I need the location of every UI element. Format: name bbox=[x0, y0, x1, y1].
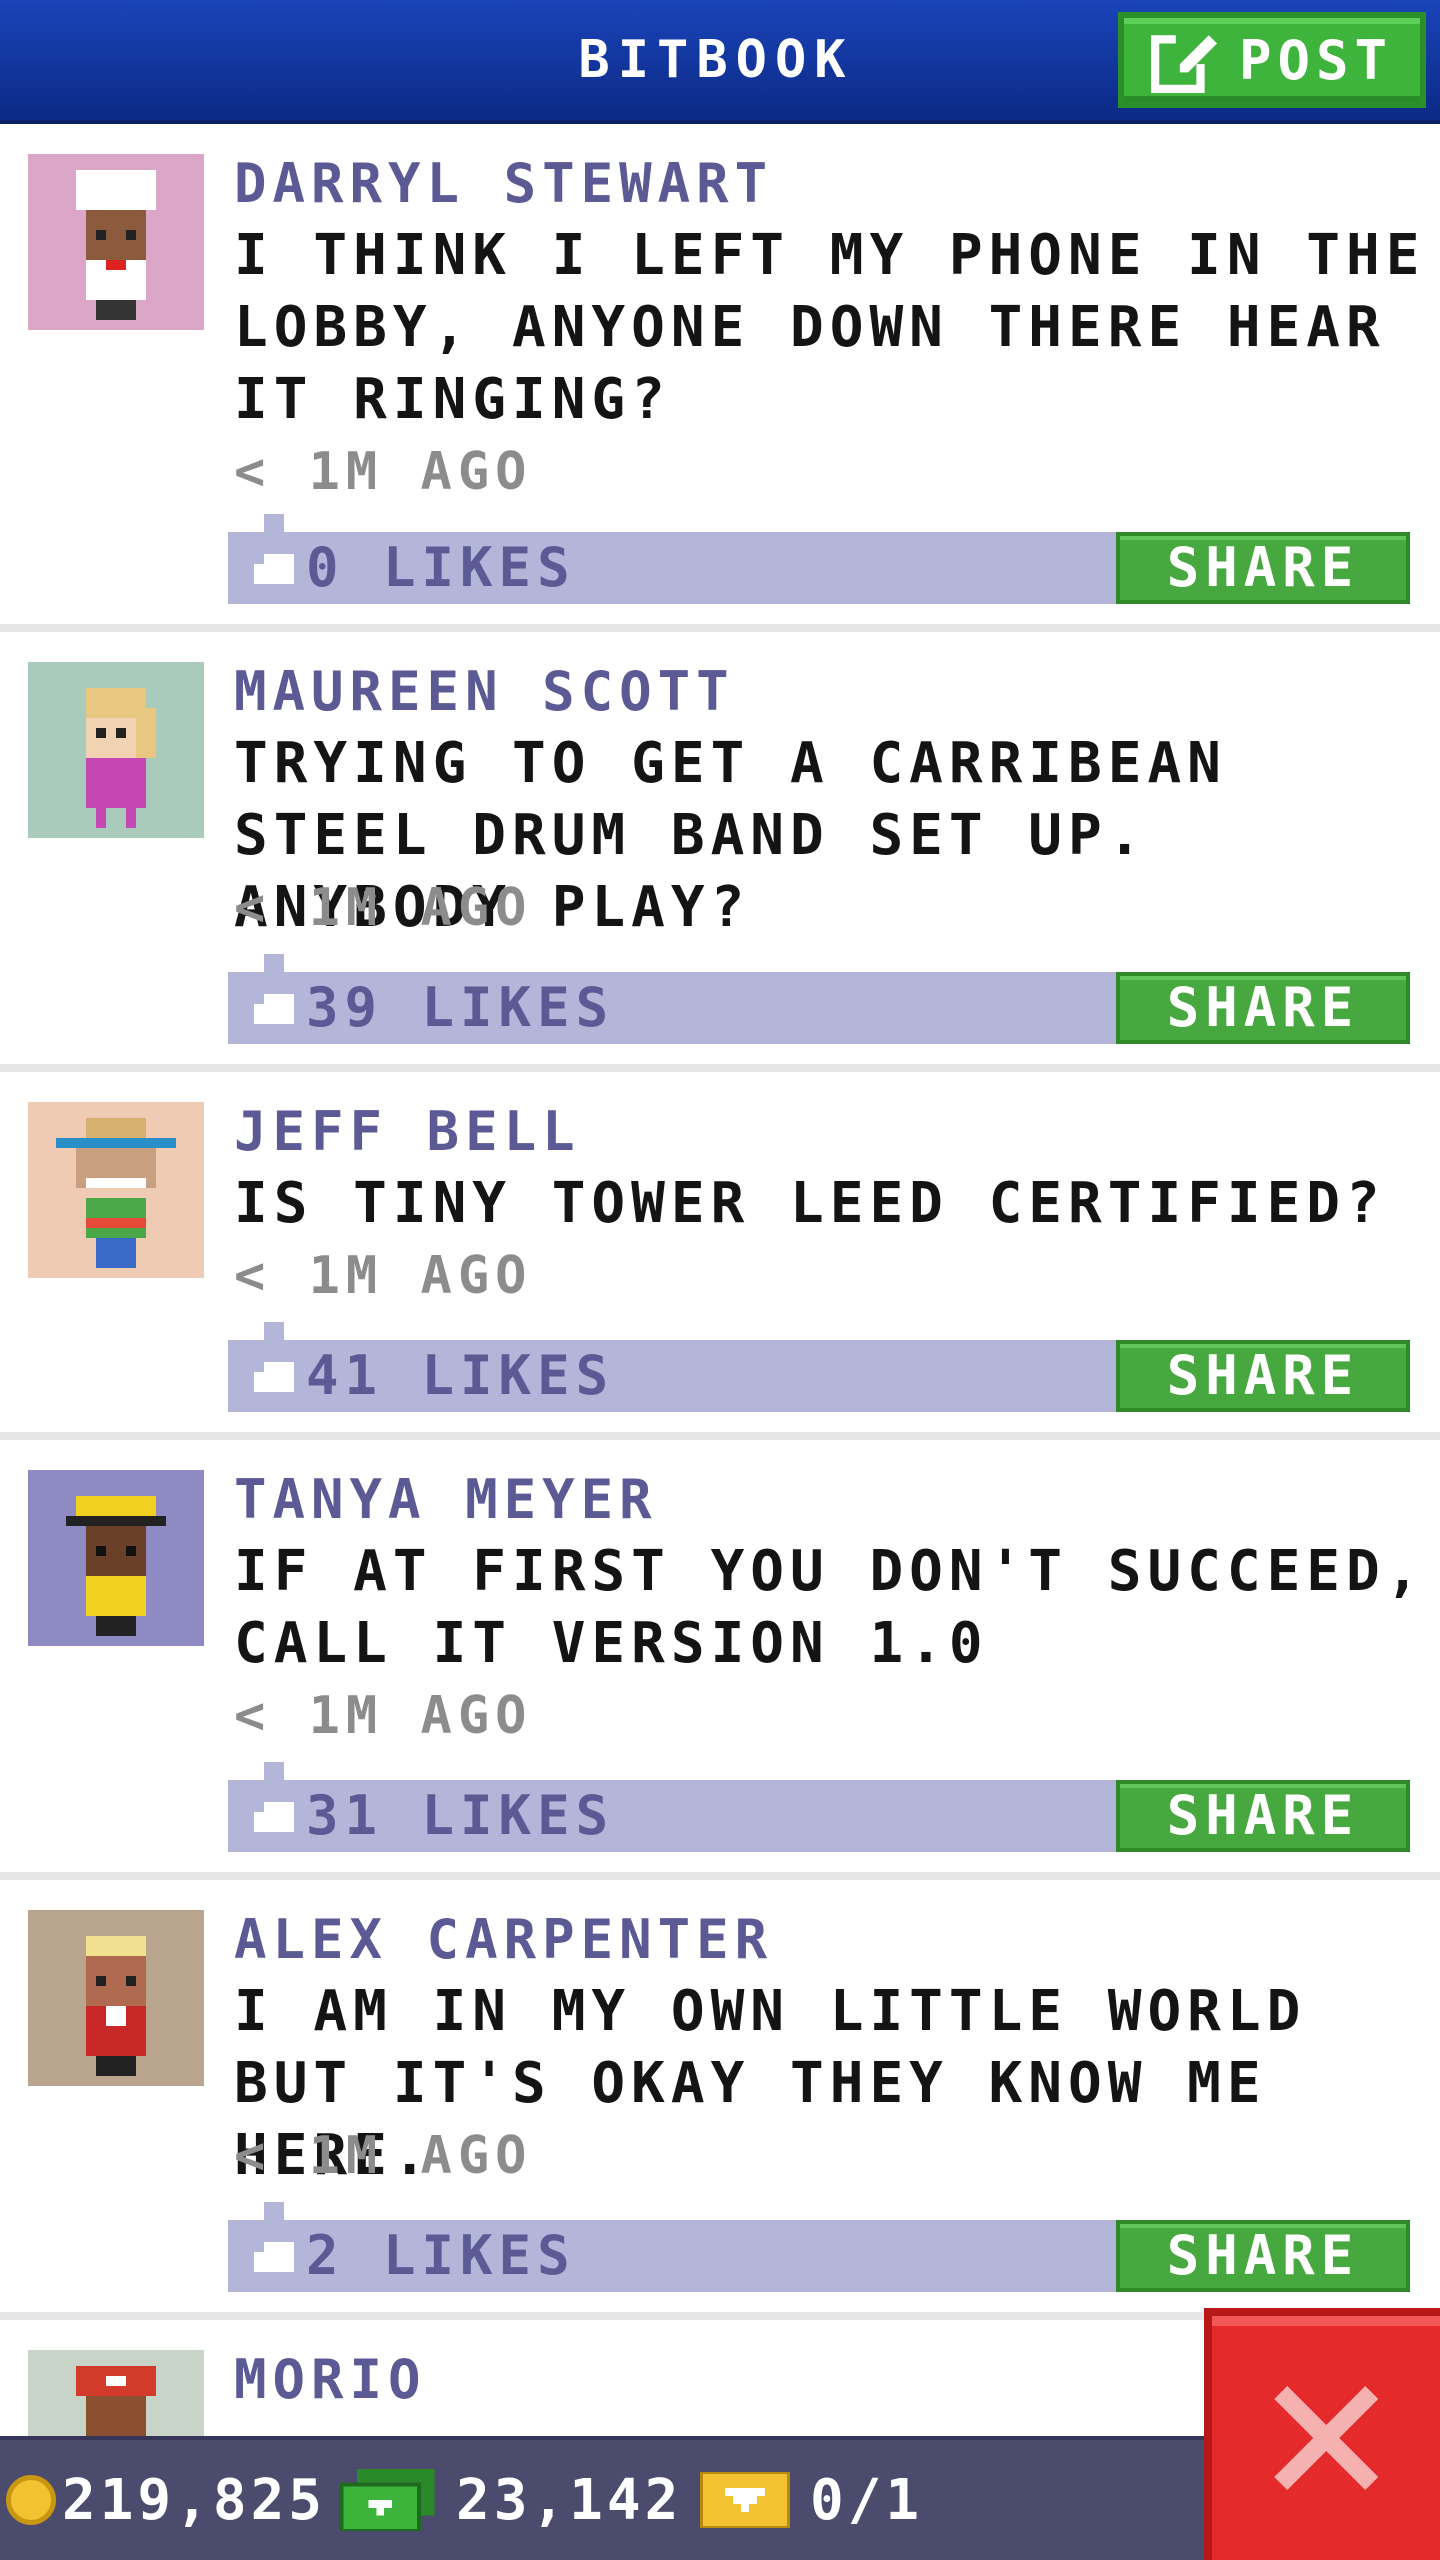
avatar[interactable] bbox=[28, 154, 204, 330]
bux-icon bbox=[340, 2469, 435, 2531]
post-time: < 1M AGO bbox=[234, 1686, 533, 1746]
like-bar: 31 LIKES SHARE bbox=[228, 1762, 1410, 1852]
post-time: < 1M AGO bbox=[234, 2126, 533, 2186]
post-time: < 1M AGO bbox=[234, 878, 533, 938]
thumbs-up-icon[interactable] bbox=[244, 514, 304, 594]
bux-stat: 23,142 bbox=[340, 2440, 682, 2560]
likes-count: 39 LIKES bbox=[306, 976, 615, 1039]
hardhat-avatar-icon bbox=[66, 1496, 166, 1636]
post-message: I THINK I LEFT MY PHONE IN THE LOBBY, AN… bbox=[234, 223, 1426, 432]
post-author: DARRYL STEWART bbox=[234, 152, 774, 215]
like-bar: 41 LIKES SHARE bbox=[228, 1322, 1410, 1412]
woman-avatar-icon bbox=[86, 688, 156, 828]
coins-value: 219,825 bbox=[62, 2467, 327, 2533]
like-bar: 0 LIKES SHARE bbox=[228, 514, 1410, 604]
feed-post: MAUREEN SCOTT TRYING TO GET A CARRIBEAN … bbox=[0, 632, 1440, 1072]
avatar[interactable] bbox=[28, 2350, 204, 2436]
chef-avatar-icon bbox=[76, 170, 156, 320]
share-button[interactable]: SHARE bbox=[1116, 532, 1410, 604]
edit-icon bbox=[1150, 27, 1217, 93]
post-author: JEFF BELL bbox=[234, 1100, 581, 1163]
share-button[interactable]: SHARE bbox=[1116, 1780, 1410, 1852]
post-author: MAUREEN SCOTT bbox=[234, 660, 735, 723]
coins-stat: 219,825 bbox=[6, 2440, 326, 2560]
thumbs-up-icon[interactable] bbox=[244, 1322, 304, 1402]
close-button[interactable] bbox=[1204, 2308, 1440, 2560]
ticket-icon bbox=[700, 2472, 790, 2528]
avatar[interactable] bbox=[28, 1470, 204, 1646]
post-button[interactable]: POST bbox=[1118, 12, 1426, 108]
post-message: IS TINY TOWER LEED CERTIFIED? bbox=[234, 1171, 1386, 1236]
likes-count: 41 LIKES bbox=[306, 1344, 615, 1407]
post-time: < 1M AGO bbox=[234, 1246, 533, 1306]
likes-count: 31 LIKES bbox=[306, 1784, 615, 1847]
avatar[interactable] bbox=[28, 662, 204, 838]
thumbs-up-icon[interactable] bbox=[244, 2202, 304, 2282]
share-button[interactable]: SHARE bbox=[1116, 972, 1410, 1044]
tickets-value: 0/1 bbox=[810, 2467, 924, 2533]
coin-icon bbox=[6, 2475, 56, 2525]
share-button[interactable]: SHARE bbox=[1116, 2220, 1410, 2292]
feed-post: TANYA MEYER IF AT FIRST YOU DON'T SUCCEE… bbox=[0, 1440, 1440, 1880]
bux-value: 23,142 bbox=[456, 2467, 683, 2533]
likes-count: 0 LIKES bbox=[306, 536, 576, 599]
header-bar: BITBOOK POST bbox=[0, 0, 1440, 124]
post-message: IF AT FIRST YOU DON'T SUCCEED, CALL IT V… bbox=[234, 1539, 1426, 1676]
feed-post: DARRYL STEWART I THINK I LEFT MY PHONE I… bbox=[0, 124, 1440, 632]
post-time: < 1M AGO bbox=[234, 442, 533, 502]
post-author: ALEX CARPENTER bbox=[234, 1908, 774, 1971]
post-button-label: POST bbox=[1238, 28, 1394, 92]
likes-count: 2 LIKES bbox=[306, 2224, 576, 2287]
tickets-stat: 0/1 bbox=[700, 2440, 923, 2560]
feed-post: ALEX CARPENTER I AM IN MY OWN LITTLE WOR… bbox=[0, 1880, 1440, 2320]
post-feed[interactable]: DARRYL STEWART I THINK I LEFT MY PHONE I… bbox=[0, 124, 1440, 2436]
cap-avatar-icon bbox=[76, 2366, 156, 2436]
post-author: MORIO bbox=[234, 2348, 427, 2411]
thumbs-up-icon[interactable] bbox=[244, 1762, 304, 1842]
post-author: TANYA MEYER bbox=[234, 1468, 658, 1531]
feed-post: JEFF BELL IS TINY TOWER LEED CERTIFIED? … bbox=[0, 1072, 1440, 1440]
avatar[interactable] bbox=[28, 1910, 204, 2086]
share-button[interactable]: SHARE bbox=[1116, 1340, 1410, 1412]
thumbs-up-icon[interactable] bbox=[244, 954, 304, 1034]
blonde-man-avatar-icon bbox=[86, 1936, 146, 2076]
like-bar: 2 LIKES SHARE bbox=[228, 2202, 1410, 2292]
sombrero-avatar-icon bbox=[56, 1118, 176, 1268]
like-bar: 39 LIKES SHARE bbox=[228, 954, 1410, 1044]
close-icon bbox=[1274, 2386, 1378, 2490]
avatar[interactable] bbox=[28, 1102, 204, 1278]
